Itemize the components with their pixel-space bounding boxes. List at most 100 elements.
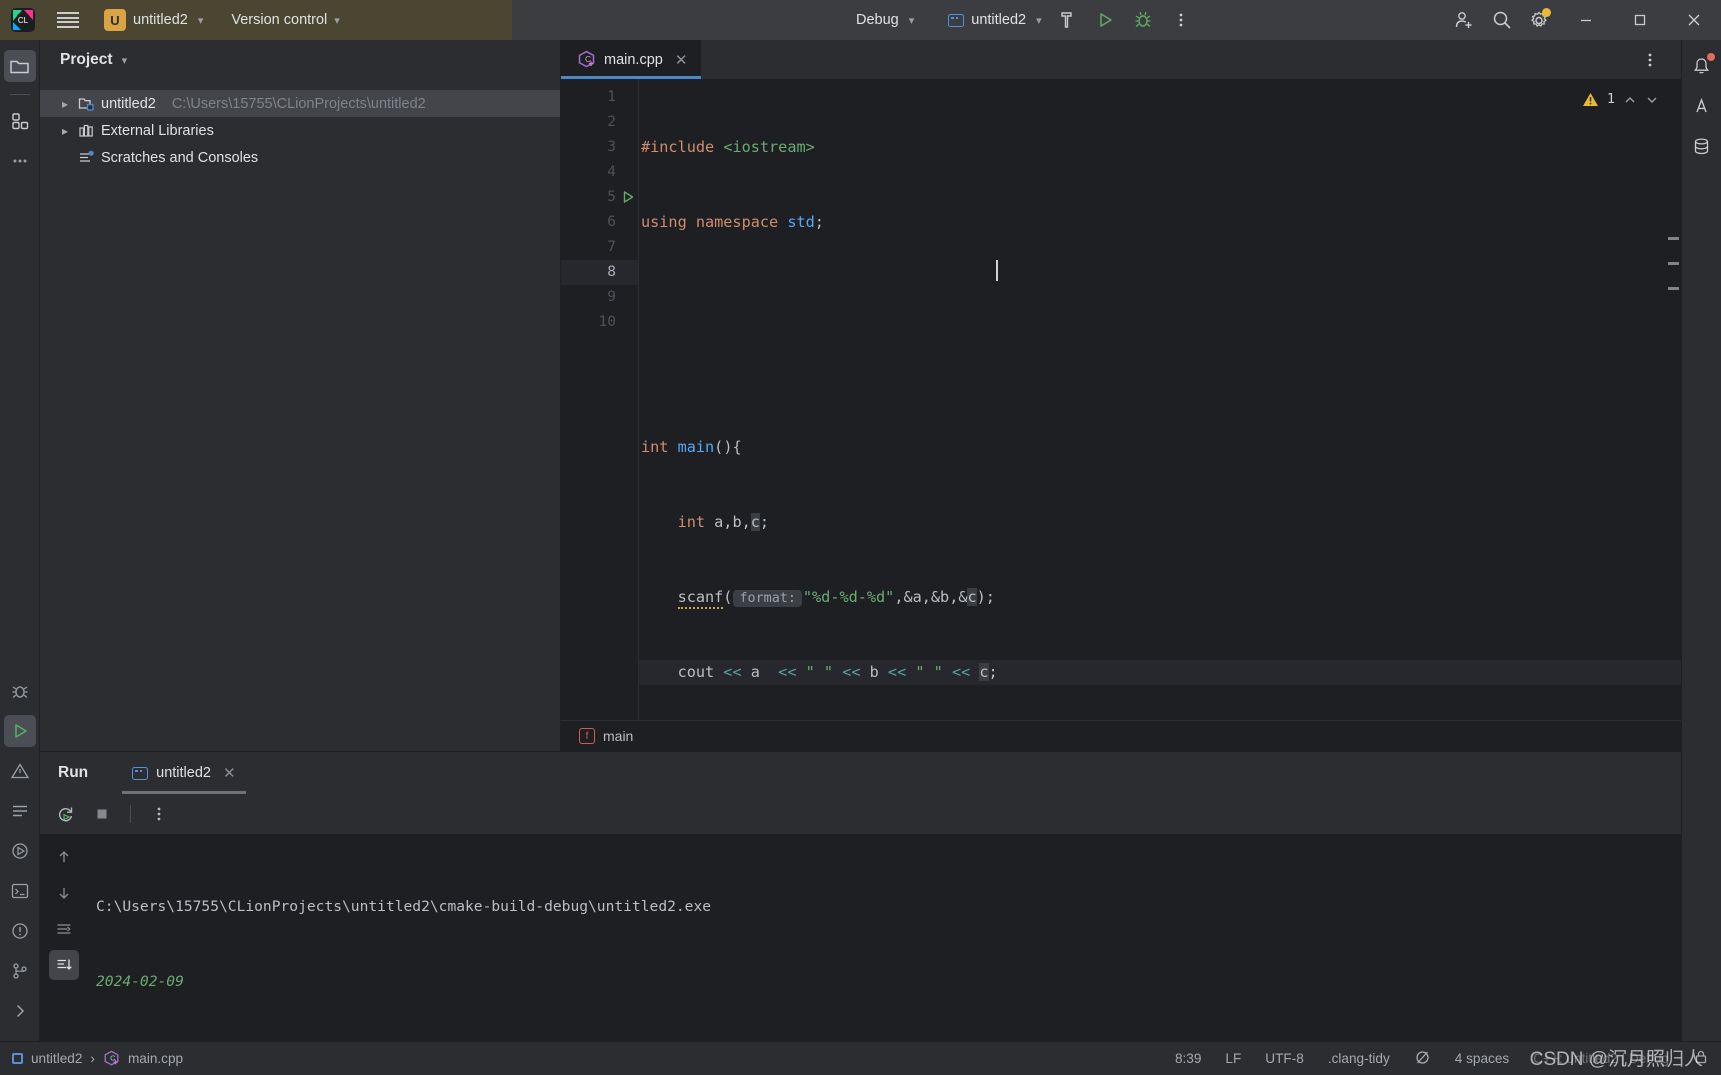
editor-breadcrumbs[interactable]: f main: [561, 720, 1681, 751]
editor-options-button[interactable]: [1631, 40, 1669, 80]
line-number: 2: [607, 114, 616, 130]
close-button[interactable]: [1667, 0, 1721, 40]
function-icon: f: [579, 728, 595, 744]
status-project-label[interactable]: untitled2: [31, 1051, 82, 1066]
build-button[interactable]: [1048, 0, 1086, 40]
stripe-mark: [1668, 237, 1679, 240]
sidebar-item-git[interactable]: [4, 955, 36, 987]
main-menu-button[interactable]: [50, 0, 86, 40]
project-panel-header[interactable]: Project ▾: [40, 40, 560, 80]
sidebar-item-ai-assistant[interactable]: [1686, 90, 1718, 122]
debug-mode-selector[interactable]: Debug ▾: [850, 9, 920, 31]
rerun-button[interactable]: [50, 798, 82, 830]
status-encoding[interactable]: UTF-8: [1265, 1051, 1304, 1066]
console-output[interactable]: C:\Users\15755\CLionProjects\untitled2\c…: [88, 834, 1681, 1041]
tree-node-scratches[interactable]: Scratches and Consoles: [40, 144, 560, 171]
sidebar-item-database[interactable]: [1686, 130, 1718, 162]
debug-button[interactable]: [1124, 0, 1162, 40]
sidebar-item-structure[interactable]: [4, 105, 36, 137]
soft-wrap-button[interactable]: [49, 914, 79, 944]
soft-wrap-icon: [57, 924, 71, 934]
scroll-up-button[interactable]: [49, 842, 79, 872]
editor-scroll-area[interactable]: 1 2 3 4 5 6 7 8 9 10 #include <iostream>…: [561, 79, 1681, 720]
tree-node-label: External Libraries: [101, 122, 214, 139]
editor-tab-main-cpp[interactable]: C main.cpp ✕: [561, 40, 702, 79]
sidebar-item-todo[interactable]: [4, 795, 36, 827]
toolbar-divider: [130, 805, 131, 823]
rerun-icon: [58, 807, 73, 822]
code-line-8: cout << a << " " << b << " " << c;: [639, 660, 1681, 685]
chevron-down-icon[interactable]: ▾: [122, 54, 128, 67]
sidebar-item-run[interactable]: [3, 715, 36, 747]
status-caret-position[interactable]: 8:39: [1175, 1051, 1201, 1066]
variable-list: a,b,: [705, 513, 751, 531]
rail-divider: [9, 94, 30, 95]
line-number: 1: [607, 89, 616, 105]
sidebar-item-debug[interactable]: [4, 675, 36, 707]
run-more-button[interactable]: [143, 798, 175, 830]
maximize-button[interactable]: [1613, 0, 1667, 40]
chevron-down-icon[interactable]: [1645, 93, 1659, 107]
status-file-label[interactable]: main.cpp: [128, 1051, 183, 1066]
line-number-with-run-marker: 5: [561, 185, 638, 210]
run-toolbar: [40, 794, 1681, 834]
sidebar-item-problems[interactable]: [4, 755, 36, 787]
status-line-separator[interactable]: LF: [1225, 1051, 1241, 1066]
main-body: Project ▾ ▸ untitled2 C:\Users\15755\CLi…: [0, 40, 1721, 1041]
version-control-widget[interactable]: Version control ▾: [231, 12, 339, 28]
expand-rail-button[interactable]: [4, 995, 36, 1027]
run-tab-untitled2[interactable]: untitled2 ✕: [122, 752, 246, 794]
left-rail-bottom: [3, 675, 36, 1041]
main-function-name: main: [677, 438, 715, 456]
tree-node-untitled2[interactable]: ▸ untitled2 C:\Users\15755\CLionProjects…: [40, 90, 560, 117]
sidebar-item-project[interactable]: [3, 50, 36, 82]
scroll-to-end-button[interactable]: [49, 950, 79, 980]
services-icon: [11, 843, 28, 859]
minimize-button[interactable]: [1559, 0, 1613, 40]
more-actions-button[interactable]: [1162, 0, 1200, 40]
code-content[interactable]: #include <iostream> using namespace std;…: [639, 79, 1681, 720]
editor-tab-label: main.cpp: [604, 51, 663, 68]
scroll-down-button[interactable]: [49, 878, 79, 908]
project-widget[interactable]: U untitled2 ▾: [98, 6, 209, 34]
svg-text:CL: CL: [18, 16, 29, 25]
error-stripe[interactable]: [1667, 79, 1681, 720]
settings-badge: [1542, 8, 1551, 17]
run-configuration-selector[interactable]: untitled2 ▾: [942, 9, 1047, 31]
inspections-widget[interactable]: 1: [1582, 87, 1659, 112]
close-paren: );: [976, 588, 995, 606]
arg-c-highlight: c: [967, 588, 977, 606]
lock-icon[interactable]: [1693, 1049, 1709, 1068]
variable-c-highlight: c: [979, 663, 989, 681]
project-tree: ▸ untitled2 C:\Users\15755\CLionProjects…: [40, 80, 560, 171]
run-button[interactable]: [1086, 0, 1124, 40]
debug-bug-icon: [1135, 11, 1151, 27]
stop-button[interactable]: [86, 798, 118, 830]
chevron-down-icon: ▾: [334, 14, 340, 27]
sidebar-item-more-tools[interactable]: [4, 145, 36, 177]
chevron-right-icon[interactable]: ▸: [58, 124, 72, 138]
settings-button[interactable]: [1521, 0, 1559, 40]
format-string: "%d-%d-%d": [802, 588, 895, 606]
center-column: Project ▾ ▸ untitled2 C:\Users\15755\CLi…: [40, 40, 1681, 1041]
inspection-off-icon[interactable]: [1414, 1049, 1431, 1069]
chevron-up-icon[interactable]: [1623, 93, 1637, 107]
tree-node-external-libraries[interactable]: ▸ External Libraries: [40, 117, 560, 144]
chevron-right-icon[interactable]: ▸: [58, 97, 72, 111]
status-inspections-profile[interactable]: .clang-tidy: [1328, 1051, 1390, 1066]
stripe-mark: [1668, 262, 1679, 265]
search-everywhere-button[interactable]: [1483, 0, 1521, 40]
sidebar-item-terminal[interactable]: [4, 875, 36, 907]
editor-gutter[interactable]: 1 2 3 4 5 6 7 8 9 10: [561, 79, 639, 720]
version-control-label: Version control: [231, 12, 328, 28]
run-panel-header: Run untitled2 ✕: [40, 752, 1681, 794]
close-icon[interactable]: ✕: [223, 764, 236, 782]
code-with-me-button[interactable]: [1445, 0, 1483, 40]
sidebar-item-notifications[interactable]: [4, 915, 36, 947]
problems-circle-icon: [11, 923, 28, 939]
status-toolchain[interactable]: C++: untitled2 | Debug: [1533, 1051, 1669, 1066]
sidebar-item-services[interactable]: [4, 835, 36, 867]
sidebar-item-notifications[interactable]: [1686, 50, 1718, 82]
status-indent[interactable]: 4 spaces: [1455, 1051, 1509, 1066]
close-icon[interactable]: ✕: [675, 51, 688, 69]
